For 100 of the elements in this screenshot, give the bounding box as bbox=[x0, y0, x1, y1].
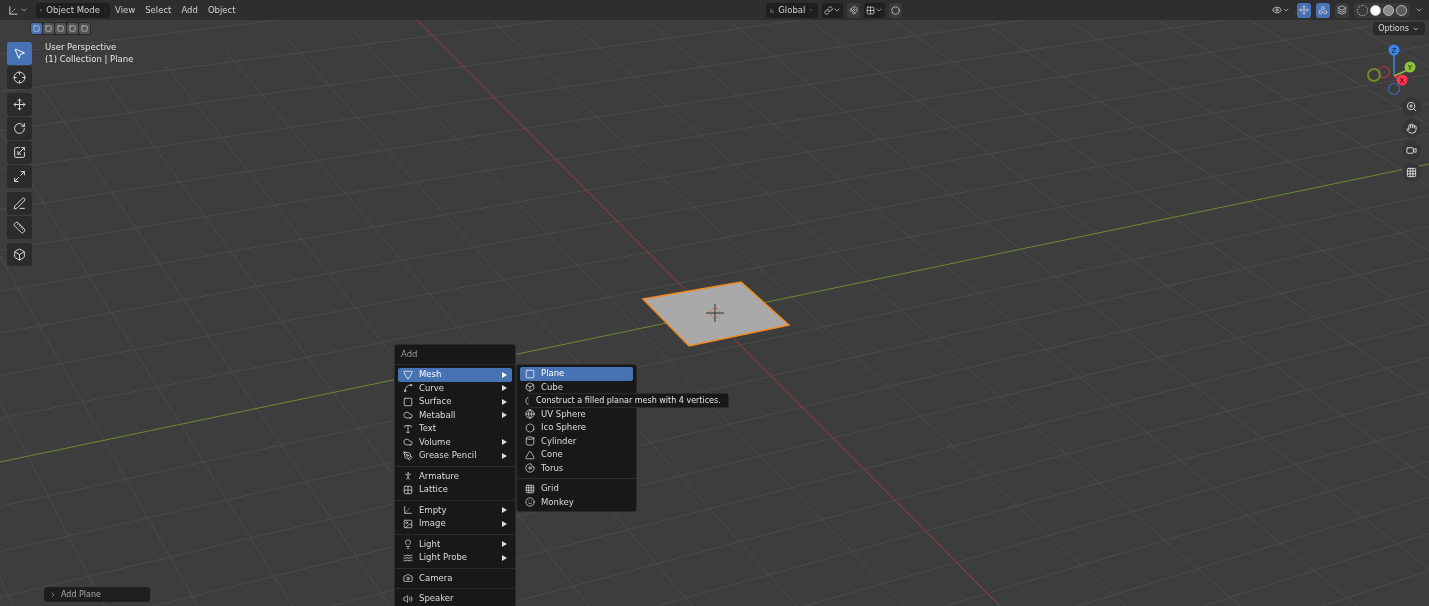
cylinder-icon bbox=[525, 436, 535, 447]
menu-item-label: Curve bbox=[419, 381, 445, 395]
menu-title: Add bbox=[400, 348, 419, 362]
tool-button[interactable] bbox=[7, 141, 32, 164]
menu-item[interactable]: Speaker bbox=[398, 592, 512, 606]
menu-item[interactable]: Metaball bbox=[398, 408, 512, 422]
menu-item[interactable]: Cube bbox=[520, 380, 633, 394]
menu-item[interactable]: Image bbox=[398, 517, 512, 531]
select-mode-button[interactable] bbox=[79, 23, 90, 34]
xray-toggle[interactable] bbox=[1335, 2, 1349, 18]
gizmo-toggle[interactable] bbox=[1297, 2, 1311, 18]
menu-item[interactable]: Grid bbox=[520, 482, 633, 496]
navigation-button[interactable] bbox=[1402, 97, 1421, 116]
select-mode-button[interactable] bbox=[55, 23, 66, 34]
menu-item[interactable]: UV Sphere bbox=[520, 407, 633, 421]
zoom-icon bbox=[1406, 101, 1417, 112]
menu-item[interactable]: Ico Sphere bbox=[520, 421, 633, 435]
scale-icon bbox=[13, 146, 26, 159]
chevron-icon bbox=[20, 6, 28, 14]
object-info: (1) Collection | Plane bbox=[45, 53, 134, 65]
menu-item[interactable]: Torus bbox=[520, 461, 633, 475]
menu-item[interactable]: Text bbox=[398, 422, 512, 436]
grid-icon bbox=[525, 483, 535, 494]
menu-item-label: Mesh bbox=[419, 368, 442, 382]
tool-button[interactable] bbox=[7, 165, 32, 188]
menu-item-label: Speaker bbox=[419, 592, 454, 606]
square-icon bbox=[525, 368, 535, 379]
menu-item[interactable]: Cone bbox=[520, 448, 633, 462]
menu-item-label: Light bbox=[419, 537, 441, 551]
menu-item-label: UV Sphere bbox=[541, 407, 586, 421]
options-dropdown[interactable]: Options bbox=[1373, 22, 1425, 35]
sphere-icon bbox=[525, 409, 535, 420]
menu-item[interactable]: Volume bbox=[398, 435, 512, 449]
menu-item[interactable]: Empty bbox=[398, 503, 512, 517]
menu-item-label: Torus bbox=[541, 461, 564, 475]
select-mode-button[interactable] bbox=[31, 23, 42, 34]
navigation-button[interactable] bbox=[1402, 163, 1421, 182]
pivot-dropdown[interactable] bbox=[821, 2, 843, 18]
snap-toggle[interactable] bbox=[846, 2, 860, 18]
menu-item[interactable]: Lattice bbox=[398, 483, 512, 497]
tool-button[interactable] bbox=[7, 192, 32, 215]
cube-icon bbox=[525, 382, 535, 393]
menu-item[interactable]: Grease Pencil bbox=[398, 449, 512, 463]
menu-item[interactable]: View bbox=[110, 2, 141, 18]
menu-item[interactable]: Mesh bbox=[398, 368, 512, 382]
menu-item-label: Lattice bbox=[419, 483, 448, 497]
last-operator-panel[interactable]: Add Plane bbox=[44, 587, 150, 602]
menu-item[interactable]: Light bbox=[398, 537, 512, 551]
overlays-toggle[interactable] bbox=[1316, 2, 1330, 18]
menu-item[interactable]: Surface bbox=[398, 395, 512, 409]
pen-icon bbox=[403, 450, 413, 461]
select-mode-button[interactable] bbox=[43, 23, 54, 34]
select-mode-button[interactable] bbox=[67, 23, 78, 34]
grid-icon bbox=[865, 5, 875, 15]
tool-button[interactable] bbox=[7, 42, 32, 65]
image-icon bbox=[403, 518, 413, 529]
xray-icon bbox=[1337, 5, 1347, 15]
magnet-icon bbox=[848, 5, 858, 15]
camera-icon bbox=[403, 573, 413, 584]
menu-item-label: Plane bbox=[541, 367, 565, 381]
snap-target-dropdown[interactable] bbox=[863, 2, 885, 18]
menu-item-label: Cube bbox=[541, 380, 563, 394]
shading-mode-button[interactable] bbox=[1383, 4, 1394, 16]
menu-item[interactable]: Add bbox=[176, 2, 203, 18]
navigation-button[interactable] bbox=[1402, 141, 1421, 160]
menu-item[interactable]: Select bbox=[140, 2, 177, 18]
menu-item[interactable]: Armature bbox=[398, 469, 512, 483]
crosshair-icon bbox=[13, 71, 26, 84]
tool-button[interactable] bbox=[7, 66, 32, 89]
figure-icon bbox=[403, 471, 413, 482]
tool-button[interactable] bbox=[7, 243, 32, 266]
menu-item[interactable]: Plane bbox=[520, 367, 633, 381]
cube-icon bbox=[13, 248, 26, 261]
menu-item-label: Cone bbox=[541, 448, 563, 462]
menu-item[interactable]: Monkey bbox=[520, 495, 633, 509]
menu-item[interactable]: Curve bbox=[398, 381, 512, 395]
camera-icon bbox=[1406, 145, 1417, 156]
shading-mode-button[interactable] bbox=[1370, 4, 1381, 16]
chevron-icon bbox=[874, 6, 883, 14]
menu-item-label: Empty bbox=[419, 503, 447, 517]
eye-icon bbox=[1272, 5, 1282, 15]
menu-item[interactable]: Cylinder bbox=[520, 434, 633, 448]
orientation-dropdown[interactable]: Global bbox=[765, 2, 818, 18]
menu-item-label: Light Probe bbox=[419, 551, 468, 565]
bulb-icon bbox=[403, 539, 413, 550]
transform-icon bbox=[13, 170, 26, 183]
navigation-button[interactable] bbox=[1402, 119, 1421, 138]
tool-button[interactable] bbox=[7, 117, 32, 140]
menu-item[interactable]: Object bbox=[202, 2, 241, 18]
chevron-icon bbox=[1282, 6, 1290, 14]
mode-dropdown[interactable]: Object Mode bbox=[36, 2, 110, 18]
tool-button[interactable] bbox=[7, 216, 32, 239]
tool-button[interactable] bbox=[7, 93, 32, 116]
menu-item[interactable]: Light Probe bbox=[398, 551, 512, 565]
proportional-edit-toggle[interactable] bbox=[888, 2, 902, 18]
shading-mode-button[interactable] bbox=[1396, 4, 1407, 16]
speaker-icon bbox=[403, 593, 413, 604]
circle-icon bbox=[890, 5, 900, 15]
menu-item[interactable]: Camera bbox=[398, 571, 512, 585]
gizmo-icon bbox=[1299, 5, 1309, 15]
